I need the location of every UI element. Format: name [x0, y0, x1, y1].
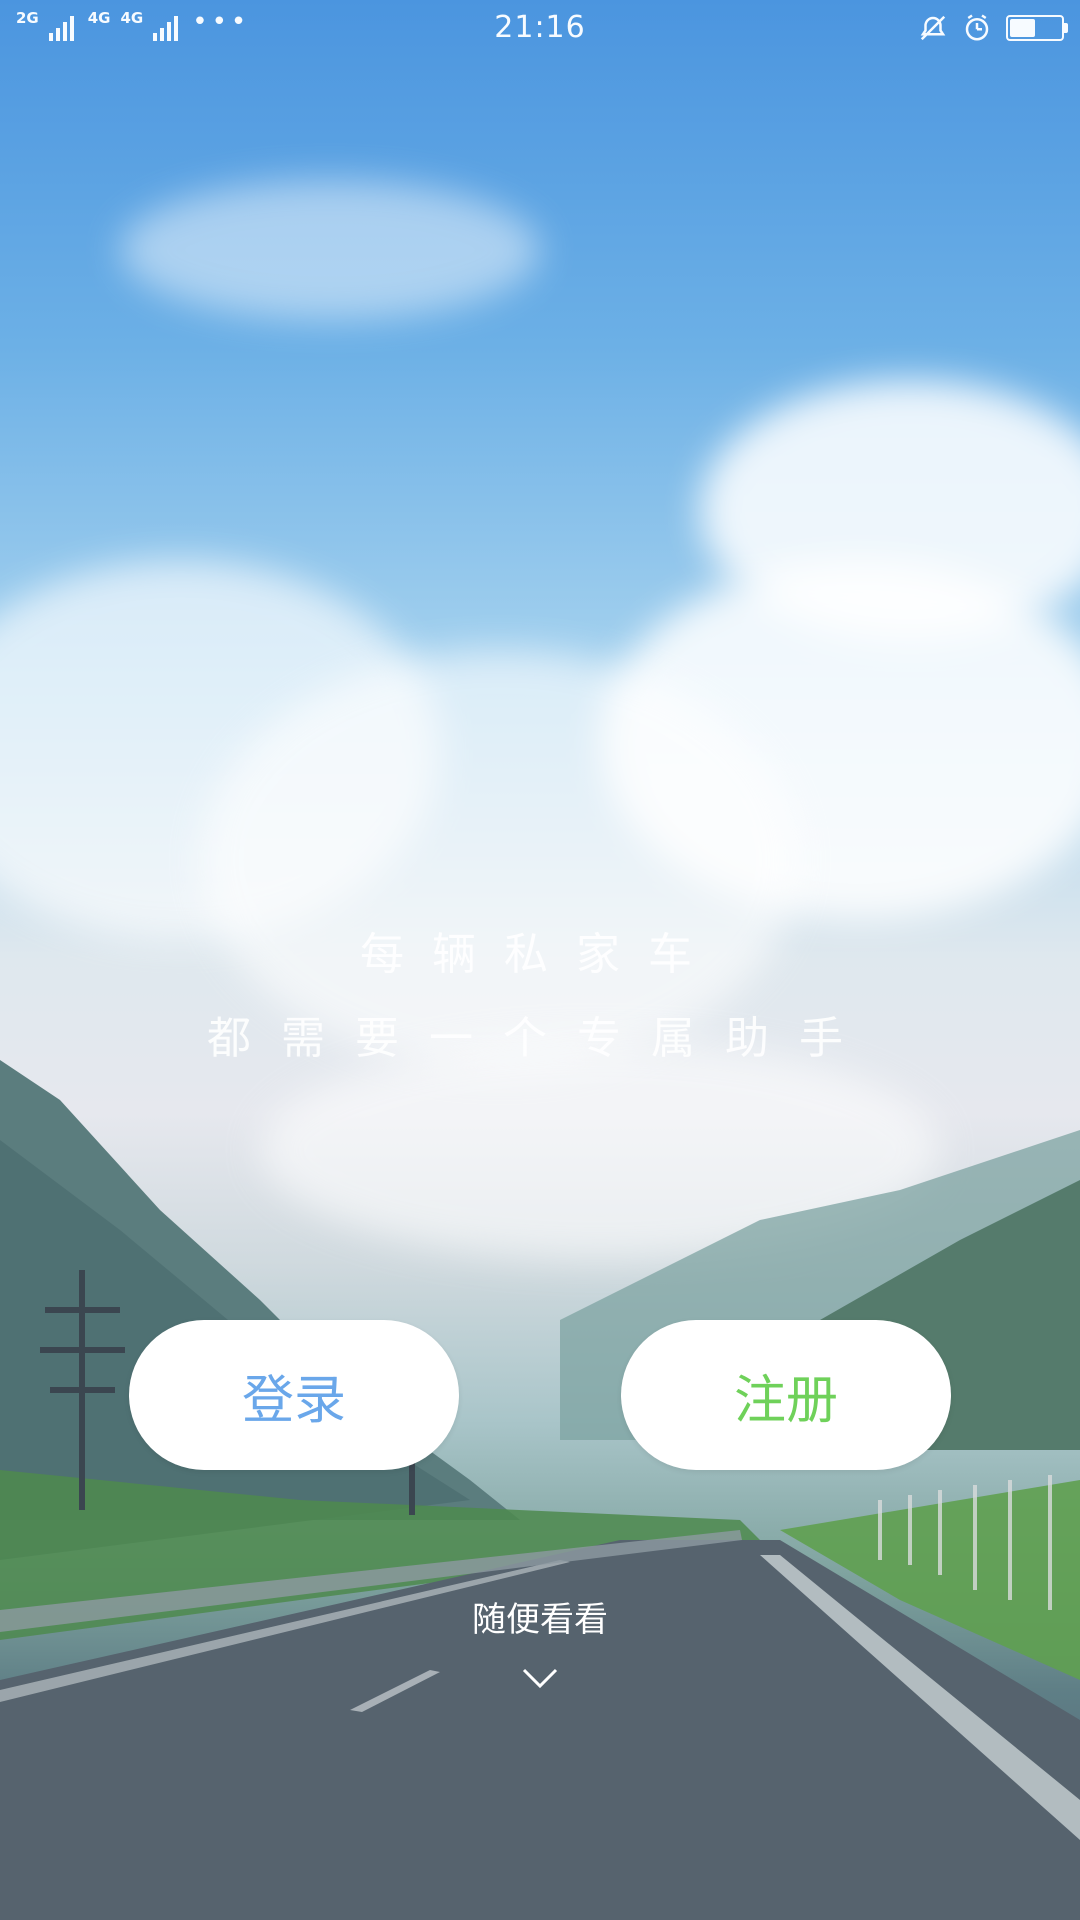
login-button[interactable]: 登录 [129, 1320, 459, 1470]
chevron-down-icon[interactable] [520, 1662, 560, 1692]
slogan-line-1: 每辆私家车 [360, 929, 720, 980]
battery-icon [1006, 15, 1068, 41]
slogan-line-2: 都需要一个专属助手 [207, 1013, 873, 1064]
status-bar: 2G 4G 4G ••• 21:16 [0, 0, 1080, 56]
clock: 21:16 [494, 10, 586, 45]
browse-link[interactable]: 随便看看 [0, 1592, 1080, 1641]
register-button[interactable]: 注册 [621, 1320, 951, 1470]
